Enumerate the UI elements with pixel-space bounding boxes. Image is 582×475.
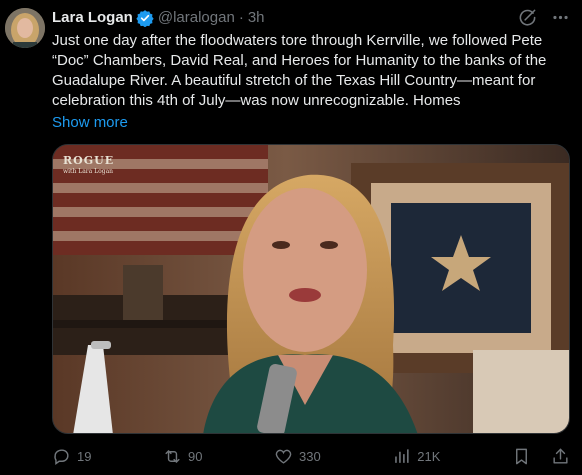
- tweet-actions: 19 90 330 21K: [52, 446, 570, 466]
- views-icon: [395, 448, 409, 463]
- video-still-image: [53, 145, 569, 433]
- repost-count: 90: [188, 448, 203, 464]
- avatar[interactable]: [5, 8, 45, 48]
- separator-dot: ·: [238, 9, 244, 26]
- reply-count: 19: [77, 448, 92, 464]
- tweet-content: Lara Logan @laralogan · 3h Just one day …: [52, 8, 570, 133]
- verified-badge-icon[interactable]: [136, 9, 154, 28]
- reply-icon: [54, 448, 69, 465]
- tweet-text-line: Guadalupe River. A beautiful stretch of …: [52, 72, 536, 89]
- like-count: 330: [299, 448, 321, 464]
- share-button[interactable]: [551, 446, 570, 466]
- share-icon: [553, 448, 568, 464]
- author-name[interactable]: Lara Logan: [52, 8, 133, 28]
- video-thumbnail[interactable]: ROGUE with Lara Logan: [52, 144, 570, 434]
- watermark-subtitle: with Lara Logan: [63, 168, 114, 175]
- repost-button[interactable]: 90: [163, 446, 202, 466]
- tweet-text-line: Just one day after the floodwaters tore …: [52, 32, 543, 49]
- tweet-text-line: celebration this 4th of July—was now unr…: [52, 92, 461, 109]
- like-button[interactable]: 330: [274, 446, 321, 466]
- video-watermark: ROGUE with Lara Logan: [63, 155, 114, 177]
- tweet[interactable]: Lara Logan @laralogan · 3h Just one day …: [0, 0, 582, 475]
- grok-icon[interactable]: [518, 8, 537, 27]
- timestamp[interactable]: 3h: [248, 8, 265, 28]
- reply-button[interactable]: 19: [52, 446, 91, 466]
- tweet-text-line: “Doc” Chambers, David Real, and Heroes f…: [52, 52, 547, 69]
- watermark-title: ROGUE: [63, 154, 115, 167]
- bookmark-button[interactable]: [512, 446, 531, 466]
- header-actions: [518, 8, 570, 27]
- more-icon[interactable]: [551, 8, 570, 27]
- author-handle[interactable]: @laralogan: [158, 8, 235, 28]
- views-count: 21K: [417, 448, 441, 464]
- tweet-header: Lara Logan @laralogan · 3h: [52, 8, 570, 28]
- right-actions: [512, 446, 570, 466]
- tweet-text: Just one day after the floodwaters tore …: [52, 31, 568, 111]
- repost-icon: [165, 449, 180, 463]
- views-button[interactable]: 21K: [392, 446, 440, 466]
- like-icon: [275, 449, 292, 464]
- show-more-link[interactable]: Show more: [52, 113, 128, 133]
- bookmark-icon: [516, 448, 527, 464]
